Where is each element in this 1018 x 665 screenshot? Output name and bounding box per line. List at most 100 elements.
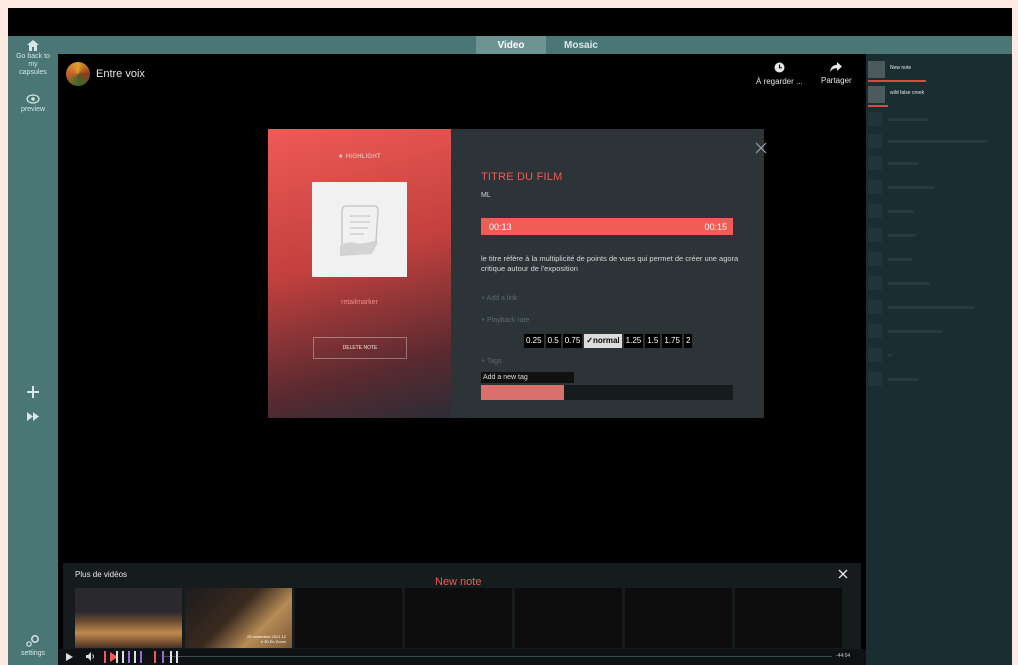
rate-option[interactable]: 0.75 <box>562 334 583 348</box>
capsule-title: Entre voix <box>96 68 145 80</box>
app-frame: Video Mosaic Go back to my capsules prev… <box>8 8 1012 665</box>
time-end: 00:15 <box>704 222 727 232</box>
list-item[interactable] <box>868 250 986 270</box>
placeholder-line <box>888 306 974 309</box>
time-start: 00:13 <box>489 222 512 232</box>
timeline-marker[interactable] <box>134 651 136 663</box>
video-header: Entre voix À regarder ... Partager <box>58 54 866 114</box>
list-item[interactable] <box>868 298 986 318</box>
video-thumbnail[interactable] <box>735 588 842 648</box>
placeholder-line <box>888 186 934 189</box>
tab-mosaic[interactable]: Mosaic <box>546 36 616 54</box>
view-tabs: Video Mosaic <box>476 36 616 54</box>
note-thumbnail <box>868 86 885 103</box>
rate-option-selected[interactable]: ✓normal <box>584 334 622 348</box>
tab-video[interactable]: Video <box>476 36 546 54</box>
timeline-marker[interactable] <box>128 651 130 663</box>
note-document-thumbnail <box>312 182 407 277</box>
note-subtitle: ML <box>481 192 491 199</box>
placeholder-line <box>888 282 930 285</box>
rate-option[interactable]: 1.5 <box>645 334 661 348</box>
note-modal: ★ HIGHLIGHT retailmarker DELETE NOTE TIT… <box>268 129 767 418</box>
eye-icon <box>26 94 40 104</box>
placeholder-line <box>888 210 914 213</box>
note-thumbnail <box>868 61 885 78</box>
timeline-marker[interactable] <box>170 651 172 663</box>
fast-forward-icon <box>27 412 39 421</box>
timeline-marker[interactable] <box>122 651 124 663</box>
list-item[interactable] <box>868 178 986 198</box>
time-range-bar[interactable]: 00:13 00:15 <box>481 218 733 235</box>
note-thumbnail <box>868 204 882 218</box>
go-back-button[interactable]: Go back to my capsules <box>8 40 58 77</box>
placeholder-line <box>888 234 916 237</box>
fast-forward-button[interactable] <box>8 412 58 423</box>
list-item[interactable] <box>868 346 986 366</box>
note-thumbnail <box>868 180 882 194</box>
video-thumbnail[interactable] <box>405 588 512 648</box>
note-item[interactable]: New note <box>866 59 1012 81</box>
list-item[interactable] <box>868 154 986 174</box>
rate-option[interactable]: 1.25 <box>623 334 644 348</box>
note-thumbnail <box>868 324 882 338</box>
timeline-marker[interactable] <box>176 651 178 663</box>
rate-option[interactable]: 0.25 <box>524 334 544 348</box>
video-thumbnail[interactable]: 23 novembre 2021 12 h 30 En Zoom <box>185 588 292 648</box>
player-bar: -44:04 <box>58 649 866 665</box>
delete-note-button[interactable]: DELETE NOTE <box>313 337 407 359</box>
list-item[interactable] <box>868 226 986 246</box>
rate-option[interactable]: 0.5 <box>545 334 561 348</box>
timeline-marker[interactable] <box>154 651 156 663</box>
rate-option[interactable]: 1.75 <box>662 334 682 348</box>
gear-icon <box>26 635 39 647</box>
preview-button[interactable]: preview <box>8 94 58 114</box>
rate-option[interactable]: 2 <box>683 334 693 348</box>
share-button[interactable]: Partager <box>821 62 852 85</box>
playback-rate-toggle[interactable]: + Playback rate <box>481 317 529 324</box>
timeline-track[interactable] <box>162 656 832 657</box>
note-title[interactable]: TITRE DU FILM <box>481 171 562 183</box>
note-thumbnail <box>868 300 882 314</box>
list-item[interactable] <box>868 370 986 390</box>
add-button[interactable] <box>8 386 58 400</box>
tag-input[interactable]: Add a new tag <box>481 372 574 383</box>
list-item[interactable] <box>868 322 986 342</box>
marker-name: retailmarker <box>341 299 378 306</box>
note-thumbnail <box>868 112 882 126</box>
preview-label: preview <box>20 106 46 113</box>
avatar <box>66 62 90 86</box>
placeholder-line <box>888 140 988 143</box>
note-item[interactable]: wild false creek <box>866 84 1012 106</box>
list-item[interactable] <box>868 110 986 130</box>
video-thumbnail[interactable] <box>295 588 402 648</box>
note-progress <box>868 105 888 107</box>
timeline-marker[interactable] <box>104 651 106 663</box>
list-item[interactable] <box>868 202 986 222</box>
note-text[interactable]: le titre réfère à la multiplicité de poi… <box>481 254 741 274</box>
list-item[interactable] <box>868 132 988 152</box>
close-icon[interactable] <box>755 142 767 154</box>
note-thumbnail <box>868 228 882 242</box>
timeline-marker[interactable] <box>162 651 164 663</box>
tag-chip[interactable] <box>481 385 564 400</box>
video-thumbnail[interactable] <box>75 588 182 648</box>
watch-later-button[interactable]: À regarder ... <box>756 62 803 86</box>
share-label: Partager <box>821 76 852 85</box>
list-item[interactable] <box>868 274 986 294</box>
video-thumbnail[interactable] <box>515 588 622 648</box>
share-icon <box>830 62 843 72</box>
timeline-marker[interactable] <box>116 651 118 663</box>
more-videos-tray: Plus de vidéos New note 23 novembre 2021… <box>63 563 861 651</box>
tags-toggle[interactable]: + Tags <box>481 358 502 365</box>
play-icon[interactable] <box>66 653 73 661</box>
playback-rate-options: 0.25 0.5 0.75 ✓normal 1.25 1.5 1.75 2 <box>524 334 693 348</box>
top-bar: Video Mosaic <box>8 36 1012 54</box>
timeline-marker[interactable] <box>140 651 142 663</box>
video-thumbnail[interactable] <box>625 588 732 648</box>
settings-button[interactable]: settings <box>8 634 58 658</box>
close-icon[interactable] <box>838 569 848 579</box>
remaining-time: -44:04 <box>836 653 851 659</box>
volume-icon[interactable] <box>86 652 95 661</box>
document-icon <box>340 205 379 256</box>
add-link-button[interactable]: + Add a link <box>481 295 517 302</box>
